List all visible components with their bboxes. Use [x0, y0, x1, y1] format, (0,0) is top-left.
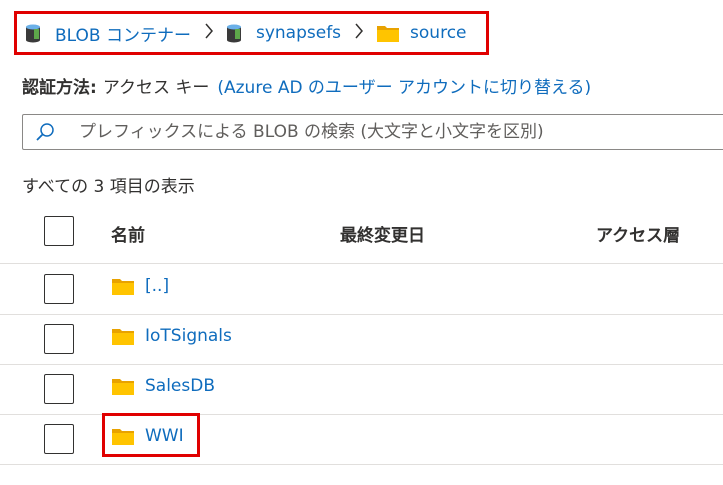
- folder-icon: [111, 376, 135, 396]
- container-icon: [25, 23, 41, 43]
- search-input[interactable]: [79, 122, 719, 142]
- auth-method-label: 認証方法:: [22, 78, 97, 98]
- table-row: SalesDB: [0, 364, 723, 415]
- table-row: WWI: [0, 414, 723, 465]
- chevron-right-icon: [204, 23, 214, 44]
- folder-icon: [111, 426, 135, 446]
- folder-icon: [111, 326, 135, 346]
- breadcrumb-label: BLOB コンテナー: [55, 25, 191, 46]
- switch-to-azure-ad-link[interactable]: (Azure AD のユーザー アカウントに切り替える): [217, 78, 591, 98]
- column-header-last-modified[interactable]: 最終変更日: [340, 221, 425, 246]
- table-row: IoTSignals: [0, 314, 723, 365]
- search-icon: [35, 122, 55, 142]
- search-box[interactable]: [22, 114, 723, 150]
- chevron-right-icon: [354, 23, 364, 44]
- auth-method-line: 認証方法: アクセス キー (Azure AD のユーザー アカウントに切り替える): [22, 73, 591, 98]
- row-checkbox[interactable]: [44, 274, 74, 304]
- breadcrumb-item-source[interactable]: source: [376, 23, 467, 43]
- breadcrumb: BLOB コンテナー synapsefs source: [14, 11, 489, 55]
- item-count-text: すべての 3 項目の表示: [22, 177, 195, 197]
- select-all-checkbox[interactable]: [44, 216, 74, 246]
- row-name-link[interactable]: SalesDB: [145, 376, 215, 396]
- row-checkbox[interactable]: [44, 424, 74, 454]
- column-header-name[interactable]: 名前: [111, 221, 145, 246]
- row-name-link[interactable]: WWI: [145, 426, 184, 446]
- row-name-cell[interactable]: IoTSignals: [111, 326, 232, 346]
- row-checkbox[interactable]: [44, 324, 74, 354]
- storage-browser-page: BLOB コンテナー synapsefs source 認証方法: アクセス キ…: [0, 0, 723, 485]
- row-name-cell[interactable]: WWI: [111, 426, 184, 446]
- table-row: [..]: [0, 264, 723, 315]
- breadcrumb-label: source: [410, 23, 467, 43]
- breadcrumb-item-blob-container[interactable]: BLOB コンテナー: [25, 21, 191, 46]
- row-name-cell[interactable]: SalesDB: [111, 376, 215, 396]
- column-header-access-tier[interactable]: アクセス層: [596, 221, 680, 246]
- row-checkbox[interactable]: [44, 374, 74, 404]
- table-header: 名前 最終変更日 アクセス層: [0, 207, 723, 264]
- row-name-cell[interactable]: [..]: [111, 276, 169, 296]
- breadcrumb-item-synapsefs[interactable]: synapsefs: [226, 23, 341, 43]
- row-name-link[interactable]: [..]: [145, 276, 169, 296]
- folder-icon: [376, 23, 400, 43]
- auth-method-value: アクセス キー: [102, 78, 210, 98]
- breadcrumb-label: synapsefs: [255, 23, 342, 43]
- container-icon: [226, 23, 242, 43]
- folder-icon: [111, 276, 135, 296]
- row-name-link[interactable]: IoTSignals: [145, 326, 232, 346]
